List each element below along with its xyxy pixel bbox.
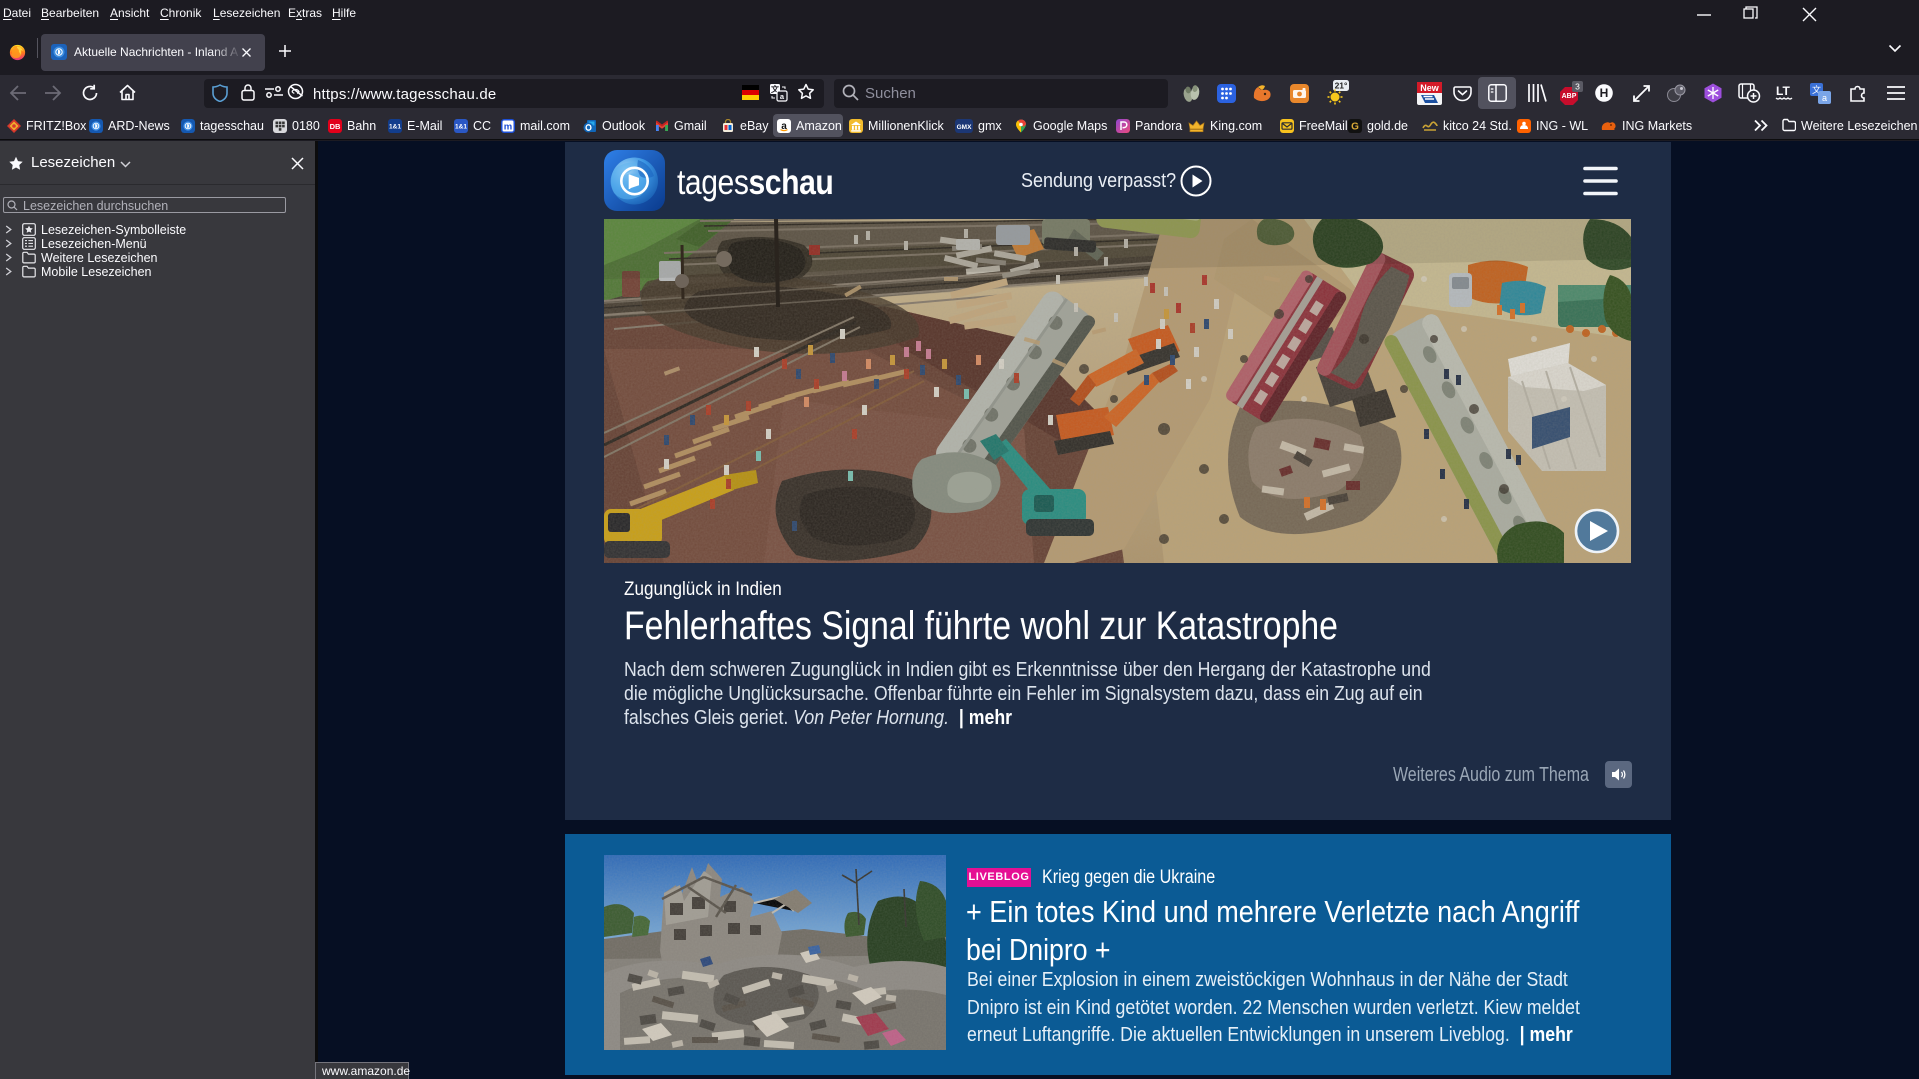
svg-text:1&1: 1&1 (455, 124, 467, 131)
svg-text:LT: LT (1776, 84, 1790, 98)
svg-text:DB: DB (330, 122, 341, 131)
svg-text:a: a (1822, 93, 1827, 103)
svg-text:3: 3 (1575, 82, 1580, 92)
svg-text:GMX: GMX (957, 124, 972, 131)
svg-text:H: H (1600, 86, 1609, 100)
svg-text:New: New (1420, 83, 1440, 93)
svg-text:m: m (504, 122, 512, 133)
svg-text:1&1: 1&1 (389, 124, 401, 131)
svg-text:G: G (1351, 122, 1359, 133)
svg-text:21°: 21° (1335, 81, 1348, 91)
svg-text:ABP: ABP (1562, 93, 1577, 100)
